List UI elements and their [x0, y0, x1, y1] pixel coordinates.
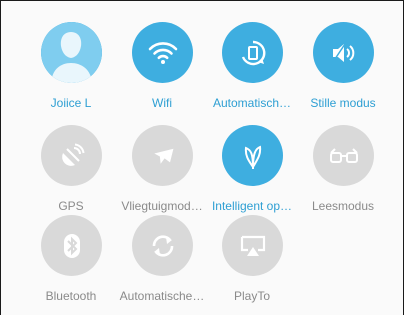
- auto-rotate-icon: [222, 22, 283, 83]
- tile-reading-mode[interactable]: Leesmodus: [292, 125, 392, 223]
- playto-icon: [222, 215, 283, 276]
- bluetooth-icon: [41, 215, 102, 276]
- leaf-icon: [222, 125, 283, 186]
- tile-label: Leesmodus: [311, 199, 375, 213]
- airplane-icon: [132, 125, 193, 186]
- sync-icon: [132, 215, 193, 276]
- avatar-icon: [41, 22, 102, 83]
- wifi-icon: [132, 22, 193, 83]
- tile-silent-mode[interactable]: Stille modus: [292, 22, 392, 120]
- tile-label: PlayTo: [233, 289, 271, 303]
- quick-settings-grid: Joiice L Wifi Automatisch… Stille modus …: [0, 0, 406, 315]
- tile-playto[interactable]: PlayTo: [201, 215, 301, 313]
- speaker-mute-icon: [313, 22, 374, 83]
- gps-icon: [41, 125, 102, 186]
- reading-glasses-icon: [313, 125, 374, 186]
- tile-label: Stille modus: [310, 96, 376, 110]
